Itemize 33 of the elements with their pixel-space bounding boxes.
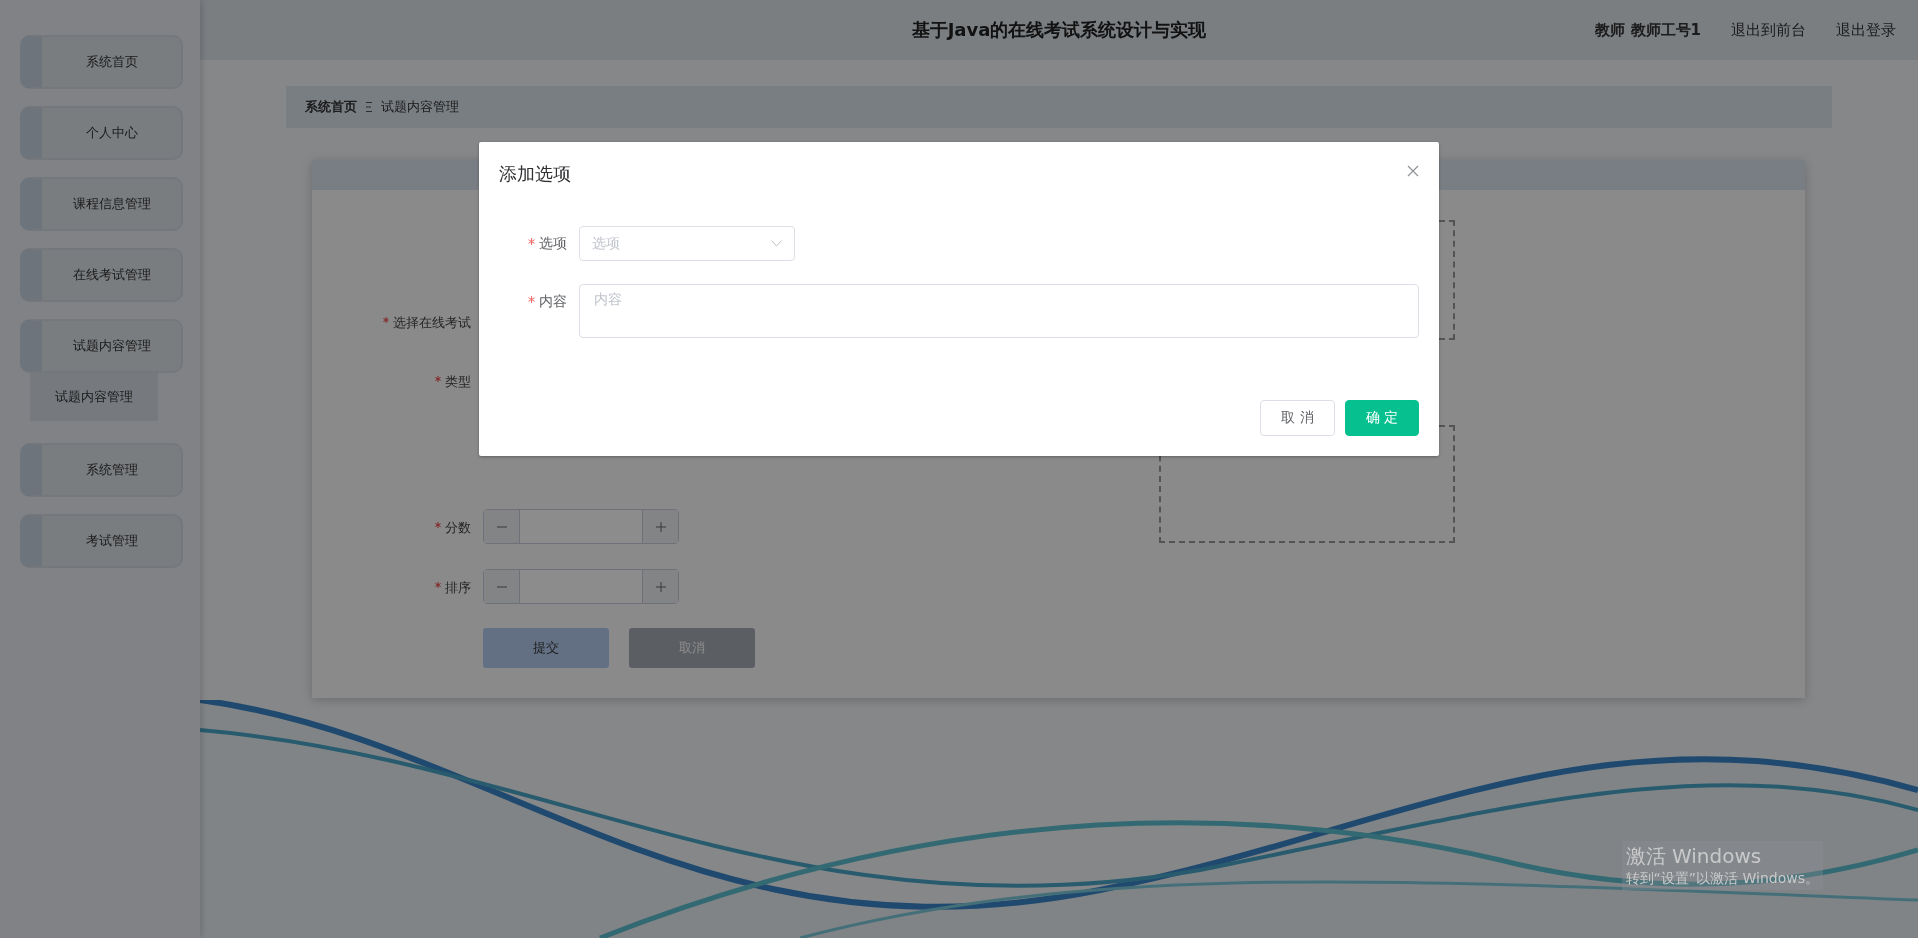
sidebar-item[interactable]: 个人中心	[20, 106, 183, 160]
sidebar-item[interactable]: 系统首页	[20, 35, 183, 89]
user-label: 教师 教师工号1	[1595, 20, 1701, 40]
dialog-title: 添加选项	[499, 162, 571, 186]
app-title: 基于Java的在线考试系统设计与实现	[911, 19, 1207, 40]
close-icon[interactable]	[1407, 165, 1419, 177]
field-label: 选择在线考试	[393, 315, 471, 330]
dialog-button[interactable]: 确 定	[1344, 400, 1419, 436]
field-label: 排序	[445, 580, 471, 595]
dialog-button[interactable]: 取 消	[1260, 400, 1335, 436]
header-link[interactable]: 退出到前台	[1731, 20, 1806, 40]
field-label: 类型	[445, 374, 471, 389]
form-button[interactable]: 提交	[483, 628, 609, 668]
field-label: 分数	[445, 520, 471, 535]
field-label: 选项	[539, 235, 567, 251]
plus-icon[interactable]	[654, 520, 667, 533]
sidebar-item[interactable]: 考试管理	[20, 514, 183, 568]
header-link[interactable]: 退出登录	[1836, 20, 1896, 40]
sidebar-item[interactable]: 在线考试管理	[20, 248, 183, 302]
notice-text: 转到“设置”以激活 Windows。	[1625, 870, 1819, 888]
breadcrumb-item[interactable]: 试题内容管理	[381, 98, 459, 116]
sidebar-item[interactable]: 试题内容管理	[20, 319, 183, 373]
number-input[interactable]	[483, 509, 679, 544]
sidebar-item[interactable]: 课程信息管理	[20, 177, 183, 231]
field-label: 内容	[539, 293, 567, 309]
submenu-item[interactable]: 试题内容管理	[30, 373, 158, 421]
sidebar-item[interactable]: 系统管理	[20, 443, 183, 497]
breadcrumb-item[interactable]: 系统首页	[305, 98, 357, 116]
separator-icon	[365, 101, 373, 113]
notice-title: 激活 Windows	[1625, 843, 1763, 870]
chevron-down-icon	[771, 240, 782, 247]
number-input[interactable]	[483, 569, 679, 604]
plus-icon[interactable]	[654, 580, 667, 593]
